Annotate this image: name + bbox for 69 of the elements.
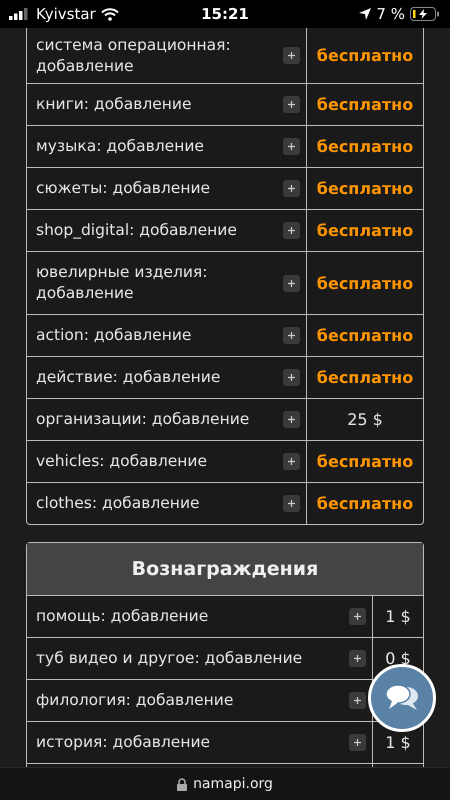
- carrier-name: Kyivstar: [36, 5, 96, 23]
- price-label: бесплатно: [316, 179, 414, 198]
- add-button[interactable]: [349, 650, 366, 667]
- battery-percent: 7 %: [376, 5, 405, 23]
- feature-name: музыка: добавление: [36, 136, 205, 157]
- table-header: Вознаграждения: [27, 543, 423, 596]
- add-button[interactable]: [349, 734, 366, 751]
- add-button[interactable]: [349, 608, 366, 625]
- price-label: бесплатно: [316, 46, 414, 65]
- plus-icon: [288, 143, 295, 150]
- price-label: 1 $: [385, 733, 411, 752]
- feature-name: ювелирные изделия: добавление: [36, 262, 208, 304]
- price-label: 25 $: [347, 410, 383, 429]
- reward-name: история: добавление: [36, 732, 212, 753]
- price-label: бесплатно: [316, 95, 414, 114]
- add-button[interactable]: [283, 180, 300, 197]
- price-label: 0 $: [385, 649, 411, 668]
- plus-icon: [288, 185, 295, 192]
- add-button[interactable]: [283, 453, 300, 470]
- add-button[interactable]: [283, 47, 300, 64]
- url-text[interactable]: namapi.org: [193, 776, 273, 792]
- feature-name: действие: добавление: [36, 367, 222, 388]
- reward-name: филология: добавление: [36, 690, 234, 711]
- location-arrow-icon: [359, 8, 372, 20]
- battery-charging-icon: [410, 7, 440, 21]
- feature-name: книги: добавление: [36, 94, 193, 115]
- plus-icon: [354, 697, 361, 704]
- wifi-icon: [100, 8, 119, 20]
- plus-icon: [354, 739, 361, 746]
- price-label: бесплатно: [316, 452, 414, 471]
- price-label: бесплатно: [316, 137, 414, 156]
- plus-icon: [288, 374, 295, 381]
- plus-icon: [288, 416, 295, 423]
- add-button[interactable]: [283, 411, 300, 428]
- plus-icon: [288, 458, 295, 465]
- plus-icon: [354, 613, 361, 620]
- add-button[interactable]: [349, 692, 366, 709]
- reward-name: помощь: добавление: [36, 606, 210, 627]
- price-label: бесплатно: [316, 274, 414, 292]
- plus-icon: [288, 500, 295, 507]
- plus-icon: [288, 332, 295, 339]
- add-button[interactable]: [283, 222, 300, 239]
- plus-icon: [288, 227, 295, 234]
- feature-name: vehicles: добавление: [36, 451, 208, 472]
- add-button[interactable]: [283, 274, 300, 292]
- plus-icon: [354, 655, 361, 662]
- reward-name: туб видео и другое: добавление: [36, 648, 304, 669]
- feature-name: организации: добавление: [36, 409, 250, 430]
- price-label: бесплатно: [316, 326, 414, 345]
- feature-name: clothes: добавление: [36, 493, 201, 514]
- add-button[interactable]: [283, 327, 300, 344]
- price-label: бесплатно: [316, 494, 414, 513]
- price-label: бесплатно: [316, 221, 414, 240]
- add-button[interactable]: [283, 138, 300, 155]
- plus-icon: [288, 52, 295, 59]
- lock-icon: [177, 778, 188, 790]
- feature-name: action: добавление: [36, 325, 192, 346]
- feature-name: shop_digital: добавление: [36, 220, 238, 241]
- add-button[interactable]: [283, 96, 300, 113]
- clock-time: 15:21: [201, 5, 249, 23]
- chat-bubbles-icon: [384, 683, 420, 713]
- plus-icon: [288, 280, 295, 286]
- price-label: 1 $: [385, 607, 411, 626]
- plus-icon: [288, 101, 295, 108]
- price-label: бесплатно: [316, 368, 414, 387]
- feature-name: сюжеты: добавление: [36, 178, 212, 199]
- add-button[interactable]: [283, 495, 300, 512]
- add-button[interactable]: [283, 369, 300, 386]
- feature-name: система операционная: добавление: [36, 34, 232, 76]
